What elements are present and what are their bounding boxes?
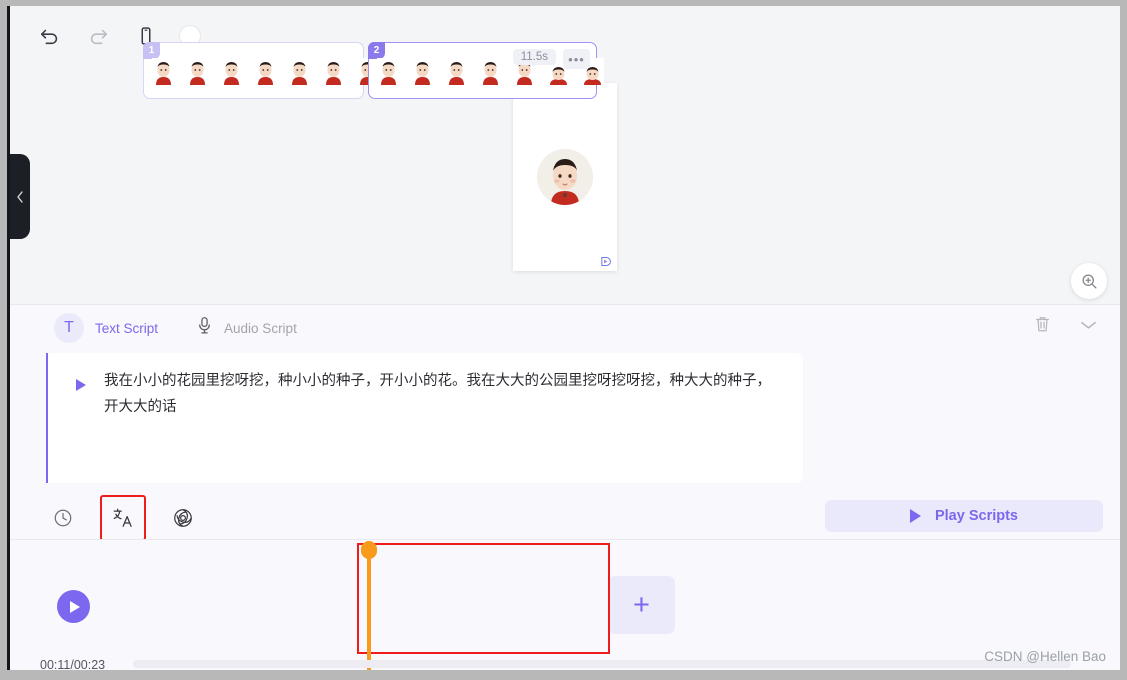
- tab-audio-script[interactable]: Audio Script: [196, 305, 297, 351]
- clip-thumbnail: [322, 58, 345, 85]
- time-display: 00:11/00:23: [40, 658, 106, 670]
- play-scripts-label: Play Scripts: [934, 508, 1018, 524]
- timeline-clip-1[interactable]: 1: [143, 42, 379, 99]
- clip-duration-label: 11.5s: [512, 49, 556, 65]
- baby-thumb-icon: [445, 58, 468, 85]
- timeline-scrollbar[interactable]: [133, 660, 1071, 668]
- ai-assistant-icon: [174, 509, 192, 527]
- undo-icon: [40, 29, 58, 45]
- redo-icon: [90, 29, 108, 45]
- play-segment-button[interactable]: [76, 379, 86, 391]
- add-clip-button[interactable]: +: [608, 576, 675, 634]
- avatar: [537, 149, 593, 205]
- script-accent-bar: [46, 353, 48, 483]
- chevron-left-icon: [17, 190, 23, 203]
- script-text[interactable]: 我在小小的花园里挖呀挖，种小小的种子，开小小的花。我在大大的公园里挖呀挖呀挖，种…: [104, 368, 784, 420]
- sidebar-collapse-button[interactable]: [10, 154, 30, 239]
- panel-actions: [1034, 315, 1098, 338]
- brand-logo-icon: [601, 256, 611, 267]
- clip-thumbnail: [479, 58, 502, 85]
- tab-text-script[interactable]: T Text Script: [54, 305, 158, 351]
- chevron-down-icon: [1081, 321, 1096, 329]
- clip-thumbnail: [152, 58, 175, 85]
- clip-thumbnails: [152, 58, 379, 85]
- baby-thumb-icon: [288, 58, 311, 85]
- tab-text-script-label: Text Script: [95, 320, 159, 336]
- tab-audio-script-label: Audio Script: [224, 320, 297, 336]
- baby-thumb-icon: [220, 58, 243, 85]
- timeline-panel: [10, 539, 1120, 670]
- play-icon: [909, 509, 921, 523]
- clip-thumbnail: [186, 58, 209, 85]
- redo-button[interactable]: [83, 21, 113, 51]
- clip-thumbnail: [288, 58, 311, 85]
- clip-thumbnail: [411, 58, 434, 85]
- delete-script-button[interactable]: [1034, 315, 1051, 338]
- baby-avatar-image: [537, 149, 593, 205]
- undo-button[interactable]: [35, 21, 65, 51]
- clip-badge: 2: [368, 42, 385, 59]
- clip-thumbnail: [254, 58, 277, 85]
- timeline-playhead[interactable]: [361, 541, 377, 670]
- microphone-icon: [196, 316, 213, 340]
- ai-assistant-button[interactable]: [170, 505, 196, 531]
- collapse-script-panel-button[interactable]: [1079, 318, 1098, 336]
- clip-thumbnail: [220, 58, 243, 85]
- plus-icon: +: [633, 588, 650, 621]
- zoom-in-icon: [1081, 273, 1097, 289]
- preview-stage: [10, 66, 1120, 304]
- zoom-in-button[interactable]: [1071, 263, 1107, 299]
- script-editor-box[interactable]: 我在小小的花园里挖呀挖，种小小的种子，开小小的花。我在大大的公园里挖呀挖呀挖，种…: [46, 353, 803, 483]
- play-scripts-button[interactable]: Play Scripts: [825, 500, 1103, 532]
- baby-thumb-icon: [254, 58, 277, 85]
- play-circle-icon: [70, 600, 80, 613]
- baby-thumb-icon: [377, 58, 400, 85]
- text-icon: T: [54, 313, 84, 343]
- clip-more-button[interactable]: •••: [563, 49, 590, 69]
- translate-icon: [113, 508, 132, 527]
- baby-thumb-icon: [186, 58, 209, 85]
- baby-thumb-icon: [322, 58, 345, 85]
- clip-thumbnail: [445, 58, 468, 85]
- baby-thumb-icon: [479, 58, 502, 85]
- clip-badge: 1: [143, 42, 160, 59]
- translate-button[interactable]: [100, 495, 146, 541]
- screenshot-watermark: CSDN @Hellen Bao: [984, 649, 1106, 664]
- baby-thumb-icon: [152, 58, 175, 85]
- video-preview-canvas[interactable]: [513, 83, 617, 271]
- timeline-clip-2[interactable]: 2 11.5s •••: [368, 42, 604, 99]
- timeline-play-button[interactable]: [57, 590, 90, 623]
- script-tool-bar: [50, 495, 196, 541]
- brand-watermark-logo: [600, 254, 611, 267]
- clip-thumbnail: [377, 58, 400, 85]
- history-clock-icon: [54, 509, 72, 527]
- baby-thumb-icon: [411, 58, 434, 85]
- trash-icon: [1036, 317, 1049, 332]
- history-clock-button[interactable]: [50, 505, 76, 531]
- script-tab-bar: T Text Script Audio Script: [10, 305, 1120, 351]
- playhead-knob[interactable]: [361, 541, 377, 559]
- app-root: T Text Script Audio Script 我在小小的花园里挖呀挖，种…: [0, 0, 1127, 680]
- editor-window: T Text Script Audio Script 我在小小的花园里挖呀挖，种…: [7, 6, 1120, 670]
